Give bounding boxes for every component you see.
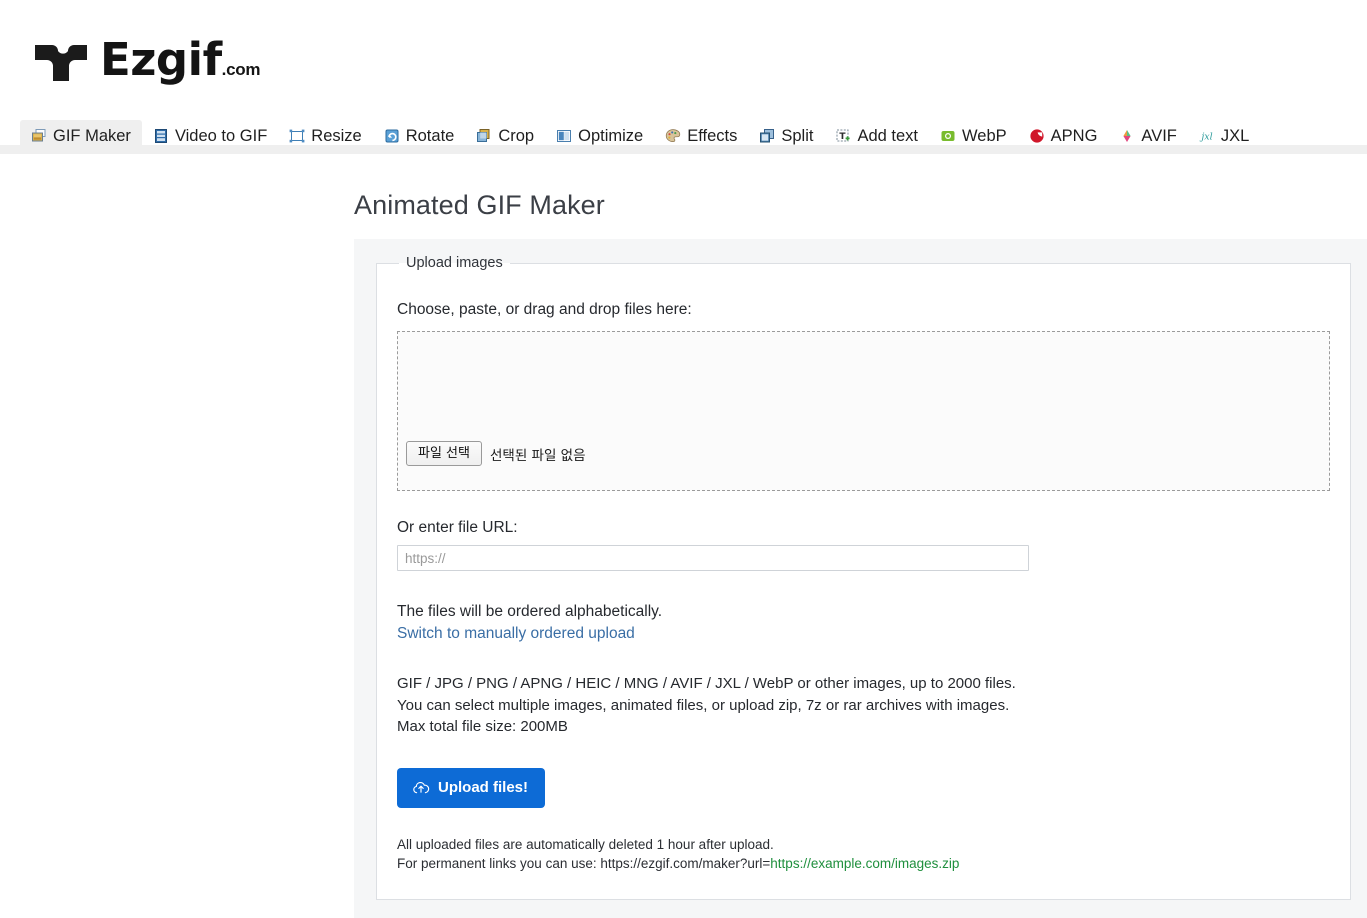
- tab-effects[interactable]: Effects: [654, 120, 748, 154]
- tab-crop[interactable]: Crop: [465, 120, 545, 154]
- footnote-example-url: https://example.com/images.zip: [770, 855, 960, 871]
- site-header: Ezgif .com: [0, 0, 1367, 112]
- resize-icon: [289, 128, 305, 144]
- upload-files-button[interactable]: Upload files!: [397, 767, 546, 808]
- tab-add-text[interactable]: T Add text: [824, 120, 929, 154]
- tab-jxl[interactable]: jxl JXL: [1188, 120, 1260, 154]
- tab-label: Effects: [687, 127, 738, 145]
- tab-label: GIF Maker: [53, 127, 131, 145]
- upload-button-label: Upload files!: [438, 778, 529, 796]
- tab-label: Video to GIF: [174, 127, 268, 145]
- choose-files-label: Choose, paste, or drag and drop files he…: [397, 301, 692, 318]
- tab-gif-maker[interactable]: GIF Maker: [20, 120, 142, 154]
- avif-icon: [1119, 128, 1135, 144]
- optimize-icon: [556, 128, 572, 144]
- file-url-label: Or enter file URL:: [397, 519, 518, 536]
- svg-text:jxl: jxl: [1199, 132, 1212, 143]
- jxl-icon: jxl: [1199, 128, 1215, 144]
- footnote-permalink-prefix: For permanent links you can use: https:/…: [397, 855, 771, 871]
- upload-panel: Upload images Choose, paste, or drag and…: [354, 239, 1367, 918]
- tab-webp[interactable]: WebP: [929, 120, 1018, 154]
- switch-to-manual-order-link[interactable]: Switch to manually ordered upload: [397, 625, 635, 643]
- webp-icon: [940, 128, 956, 144]
- tab-optimize[interactable]: Optimize: [545, 120, 654, 154]
- tab-label: APNG: [1050, 127, 1098, 145]
- tab-rotate[interactable]: Rotate: [373, 120, 466, 154]
- file-url-input[interactable]: [397, 545, 1029, 571]
- tab-label: Add text: [857, 127, 919, 145]
- split-icon: [759, 128, 775, 144]
- tab-apng[interactable]: APNG: [1018, 120, 1109, 154]
- tab-label: Optimize: [578, 127, 644, 145]
- tab-resize[interactable]: Resize: [278, 120, 372, 154]
- upload-footnote: All uploaded files are automatically del…: [397, 835, 1330, 873]
- apng-icon: [1029, 128, 1045, 144]
- site-logo[interactable]: Ezgif .com: [32, 30, 260, 82]
- ezgif-puzzle-logo-icon: [32, 30, 90, 82]
- upload-images-fieldset: Upload images Choose, paste, or drag and…: [376, 255, 1351, 900]
- file-selection-status: 선택된 파일 없음: [489, 447, 586, 464]
- logo-wordmark: Ezgif: [100, 33, 222, 87]
- fieldset-legend: Upload images: [406, 255, 503, 271]
- choose-file-button[interactable]: 파일 선택: [406, 441, 482, 466]
- formats-line-1: GIF / JPG / PNG / APNG / HEIC / MNG / AV…: [397, 675, 1016, 692]
- primary-navigation: GIF Maker Video to GIF Resize Rotate Cro: [0, 112, 1367, 154]
- tab-split[interactable]: Split: [748, 120, 824, 154]
- rotate-icon: [384, 128, 400, 144]
- formats-line-2: You can select multiple images, animated…: [397, 696, 1010, 714]
- supported-formats-note: GIF / JPG / PNG / APNG / HEIC / MNG / AV…: [397, 673, 1330, 738]
- file-dropzone[interactable]: 파일 선택 선택된 파일 없음: [397, 331, 1330, 491]
- crop-icon: [476, 128, 492, 144]
- logo-tld: .com: [221, 60, 261, 79]
- tab-video-to-gif[interactable]: Video to GIF: [142, 120, 278, 154]
- svg-text:T: T: [840, 132, 847, 142]
- effects-palette-icon: [665, 128, 681, 144]
- ordering-note: The files will be ordered alphabetically…: [397, 603, 663, 620]
- tab-label: Resize: [311, 127, 362, 145]
- add-text-icon: T: [835, 128, 851, 144]
- tab-label: WebP: [962, 127, 1007, 145]
- file-input-row: 파일 선택 선택된 파일 없음: [406, 441, 586, 466]
- tab-avif[interactable]: AVIF: [1108, 120, 1187, 154]
- formats-line-3: Max total file size: 200MB: [397, 718, 568, 735]
- tab-label: Rotate: [405, 127, 455, 145]
- tab-label: Split: [781, 127, 814, 145]
- cloud-upload-icon: [412, 779, 430, 797]
- tab-label: JXL: [1220, 127, 1250, 145]
- tool-tabs: GIF Maker Video to GIF Resize Rotate Cro: [0, 112, 1367, 154]
- tab-label: Crop: [498, 127, 535, 145]
- video-to-gif-icon: [153, 128, 169, 144]
- footnote-deletion-notice: All uploaded files are automatically del…: [397, 836, 774, 852]
- page-title: Animated GIF Maker: [354, 190, 605, 220]
- gif-maker-icon: [31, 128, 47, 144]
- main-content: Animated GIF Maker Upload images Choose,…: [0, 154, 1367, 918]
- tab-label: AVIF: [1141, 127, 1177, 145]
